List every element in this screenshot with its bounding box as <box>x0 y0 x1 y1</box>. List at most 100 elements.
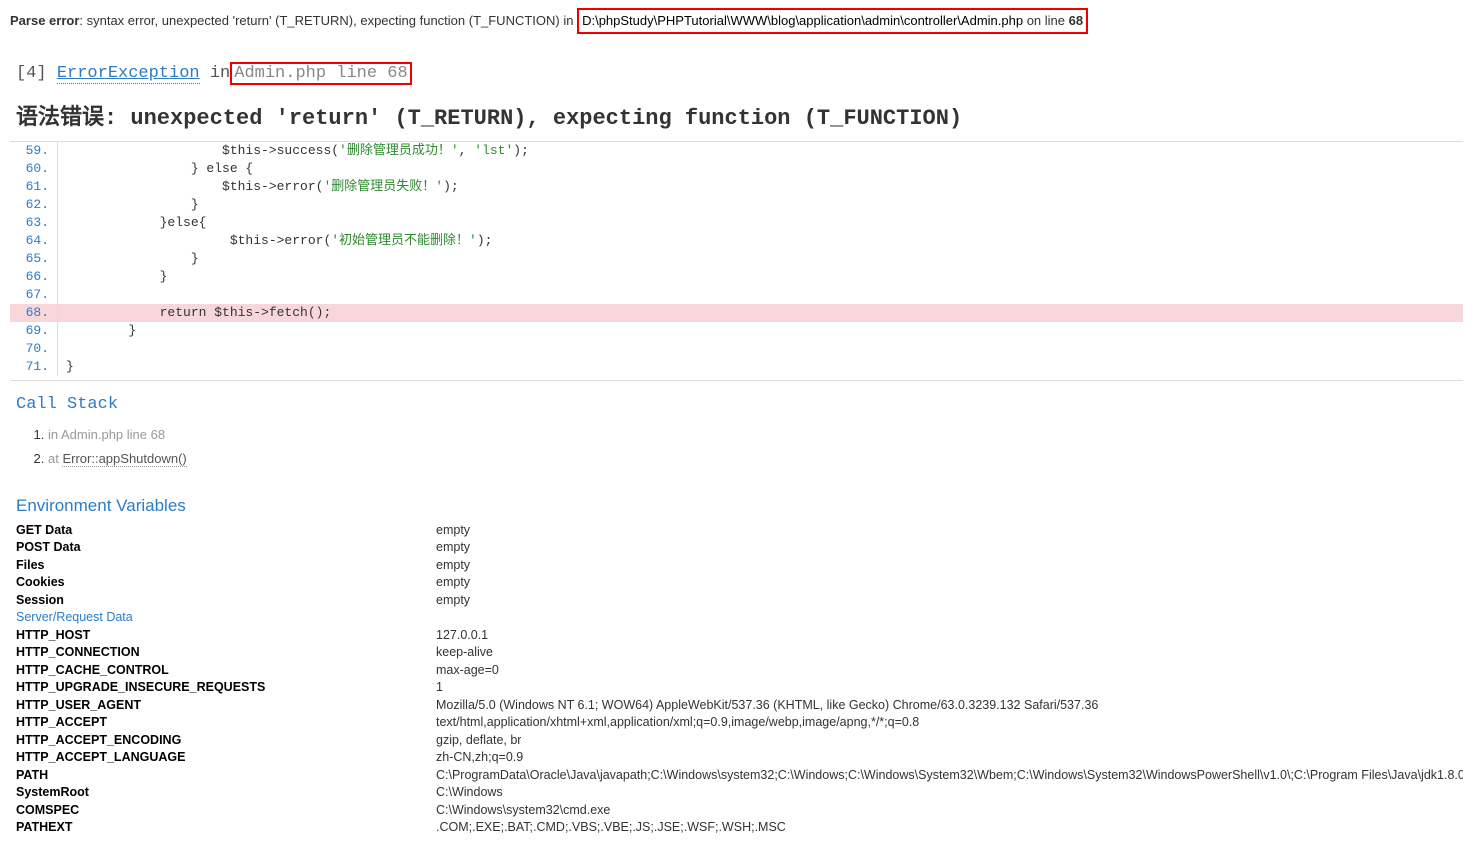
callstack-location: Admin.php line 68 <box>61 427 165 442</box>
env-value: 1 <box>436 679 443 697</box>
line-number: 60. <box>10 160 58 178</box>
env-value: C:\Windows\system32\cmd.exe <box>436 802 610 820</box>
exception-file-loc: Admin.php line 68 <box>234 64 407 83</box>
env-row: HTTP_UPGRADE_INSECURE_REQUESTS1 <box>16 679 1463 697</box>
env-row: HTTP_ACCEPT_ENCODINGgzip, deflate, br <box>16 732 1463 750</box>
callstack-list: in Admin.php line 68at Error::appShutdow… <box>48 424 1463 470</box>
code-row: 66. } <box>10 268 1463 286</box>
code-content: $this->error('初始管理员不能删除！'); <box>66 232 492 250</box>
env-row: Server/Request Data <box>16 609 1463 627</box>
parse-error-label: Parse error <box>10 13 79 28</box>
line-number: 67. <box>10 286 58 304</box>
parse-error-msg: : syntax error, unexpected 'return' (T_R… <box>79 13 577 28</box>
code-row: 69. } <box>10 322 1463 340</box>
exception-in: in <box>200 64 231 83</box>
env-key: HTTP_ACCEPT <box>16 714 436 732</box>
env-row: Sessionempty <box>16 592 1463 610</box>
line-number: 66. <box>10 268 58 286</box>
exception-summary: [4] ErrorException in Admin.php line 68 <box>16 62 1463 85</box>
env-value: empty <box>436 557 470 575</box>
env-row: HTTP_CONNECTIONkeep-alive <box>16 644 1463 662</box>
env-key: SystemRoot <box>16 784 436 802</box>
code-content: } <box>66 358 74 376</box>
env-row: COMSPECC:\Windows\system32\cmd.exe <box>16 802 1463 820</box>
env-key: HTTP_UPGRADE_INSECURE_REQUESTS <box>16 679 436 697</box>
code-content: } <box>66 268 167 286</box>
env-row: PATHC:\ProgramData\Oracle\Java\javapath;… <box>16 767 1463 785</box>
code-content: }else{ <box>66 214 206 232</box>
parse-error-path: D:\phpStudy\PHPTutorial\WWW\blog\applica… <box>582 13 1023 28</box>
line-number: 63. <box>10 214 58 232</box>
code-content: } <box>66 322 136 340</box>
error-message: 语法错误: unexpected 'return' (T_RETURN), ex… <box>10 99 1463 142</box>
env-row: SystemRootC:\Windows <box>16 784 1463 802</box>
env-key: HTTP_ACCEPT_ENCODING <box>16 732 436 750</box>
parse-error-path-box: D:\phpStudy\PHPTutorial\WWW\blog\applica… <box>577 8 1088 34</box>
env-value: empty <box>436 592 470 610</box>
callstack-item: in Admin.php line 68 <box>48 424 1463 446</box>
code-row: 61. $this->error('删除管理员失败！'); <box>10 178 1463 196</box>
code-row: 63. }else{ <box>10 214 1463 232</box>
env-key: GET Data <box>16 522 436 540</box>
env-key: HTTP_CONNECTION <box>16 644 436 662</box>
code-content: $this->success('删除管理员成功！', 'lst'); <box>66 142 529 160</box>
env-row: HTTP_USER_AGENTMozilla/5.0 (Windows NT 6… <box>16 697 1463 715</box>
line-number: 59. <box>10 142 58 160</box>
line-number: 70. <box>10 340 58 358</box>
env-key: PATH <box>16 767 436 785</box>
parse-error-header: Parse error: syntax error, unexpected 'r… <box>10 8 1463 34</box>
env-row: HTTP_ACCEPTtext/html,application/xhtml+x… <box>16 714 1463 732</box>
line-number: 61. <box>10 178 58 196</box>
code-row: 64. $this->error('初始管理员不能删除！'); <box>10 232 1463 250</box>
code-content: return $this->fetch(); <box>66 304 331 322</box>
env-key: PATHEXT <box>16 819 436 837</box>
env-title: Environment Variables <box>16 496 1463 516</box>
env-row: HTTP_CACHE_CONTROLmax-age=0 <box>16 662 1463 680</box>
line-number: 71. <box>10 358 58 376</box>
line-number: 68. <box>10 304 58 322</box>
env-value: Mozilla/5.0 (Windows NT 6.1; WOW64) Appl… <box>436 697 1098 715</box>
line-number: 62. <box>10 196 58 214</box>
code-row: 67. <box>10 286 1463 304</box>
callstack-prefix: in <box>48 427 61 442</box>
on-line-text: on line <box>1023 13 1069 28</box>
code-row: 60. } else { <box>10 160 1463 178</box>
line-number: 69. <box>10 322 58 340</box>
code-row: 59. $this->success('删除管理员成功！', 'lst'); <box>10 142 1463 160</box>
env-row: PATHEXT.COM;.EXE;.BAT;.CMD;.VBS;.VBE;.JS… <box>16 819 1463 837</box>
code-content: } <box>66 250 199 268</box>
env-row: POST Dataempty <box>16 539 1463 557</box>
env-row: Filesempty <box>16 557 1463 575</box>
line-number: 64. <box>10 232 58 250</box>
callstack-prefix: at <box>48 451 62 466</box>
parse-error-linenum: 68 <box>1069 13 1083 28</box>
exception-link[interactable]: ErrorException <box>57 64 200 84</box>
env-row: HTTP_HOST127.0.0.1 <box>16 627 1463 645</box>
env-value: empty <box>436 539 470 557</box>
env-key: POST Data <box>16 539 436 557</box>
env-value: empty <box>436 574 470 592</box>
callstack-link[interactable]: Error::appShutdown() <box>62 451 186 467</box>
code-row: 71.} <box>10 358 1463 376</box>
env-value: empty <box>436 522 470 540</box>
exception-prefix: [4] <box>16 64 57 83</box>
env-value: C:\ProgramData\Oracle\Java\javapath;C:\W… <box>436 767 1463 785</box>
callstack-item: at Error::appShutdown() <box>48 448 1463 470</box>
env-key: Files <box>16 557 436 575</box>
env-value: max-age=0 <box>436 662 499 680</box>
env-value: keep-alive <box>436 644 493 662</box>
env-value: .COM;.EXE;.BAT;.CMD;.VBS;.VBE;.JS;.JSE;.… <box>436 819 786 837</box>
env-key: COMSPEC <box>16 802 436 820</box>
env-key: Server/Request Data <box>16 609 436 627</box>
env-table: GET DataemptyPOST DataemptyFilesemptyCoo… <box>16 522 1463 837</box>
line-number: 65. <box>10 250 58 268</box>
env-value: text/html,application/xhtml+xml,applicat… <box>436 714 919 732</box>
env-value: 127.0.0.1 <box>436 627 488 645</box>
code-block: 59. $this->success('删除管理员成功！', 'lst');60… <box>10 142 1463 381</box>
env-key: HTTP_HOST <box>16 627 436 645</box>
env-row: HTTP_ACCEPT_LANGUAGEzh-CN,zh;q=0.9 <box>16 749 1463 767</box>
env-value: zh-CN,zh;q=0.9 <box>436 749 523 767</box>
code-row: 62. } <box>10 196 1463 214</box>
env-value: gzip, deflate, br <box>436 732 521 750</box>
env-key: HTTP_CACHE_CONTROL <box>16 662 436 680</box>
